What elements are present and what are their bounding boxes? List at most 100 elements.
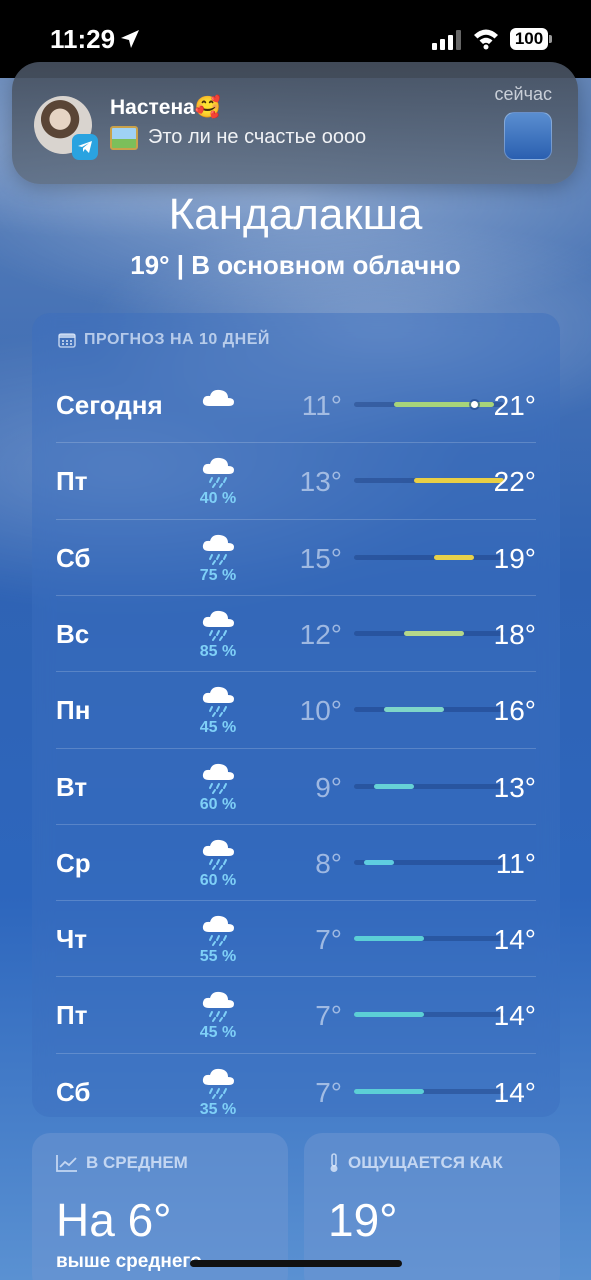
picture-emoji-icon (110, 126, 138, 150)
row-divider (56, 747, 536, 749)
cloud-rain-icon (202, 534, 234, 565)
low-temp: 13° (299, 466, 342, 498)
temp-range-track (354, 1012, 504, 1018)
temp-range-track (354, 1088, 504, 1094)
current-temp-dot (470, 401, 478, 408)
precip-chance: 55 % (199, 948, 237, 966)
forecast-row[interactable]: Вт 60 % 9° 13° (56, 747, 536, 824)
low-temp: 7° (315, 1000, 342, 1032)
low-temp: 7° (315, 1076, 342, 1108)
precip-chance: 40 % (199, 490, 237, 508)
forecast-row[interactable]: Сегодня 11° 21° (56, 366, 536, 442)
telegram-notification-banner[interactable]: Настена🥰 Это ли не счастье оооо сейчас (12, 62, 578, 184)
forecast-row[interactable]: Ср 60 % 8° 11° (56, 823, 536, 900)
temp-range-track (354, 630, 504, 636)
high-temp: 22° (493, 466, 536, 498)
high-temp: 21° (493, 390, 536, 421)
precip-chance: 85 % (199, 642, 237, 660)
cloud-rain-icon (202, 458, 234, 489)
high-temp: 14° (493, 1076, 536, 1108)
low-temp: 9° (315, 771, 342, 803)
temp-range-bar (364, 859, 394, 865)
current-summary: 19° | В основном облачно (130, 250, 461, 280)
forecast-day: Пт (56, 1000, 88, 1031)
forecast-row[interactable]: Сб 35 % 7° 14° (56, 1052, 536, 1129)
notification-message: Это ли не счастье оооо (148, 126, 367, 148)
calendar-icon (58, 333, 76, 348)
row-divider (56, 976, 536, 978)
precip-chance: 75 % (199, 566, 237, 584)
cloud-rain-icon (202, 992, 234, 1023)
temp-range-bar (374, 783, 414, 789)
high-temp: 14° (493, 924, 536, 956)
average-card-label: В СРЕДНЕМ (86, 1153, 188, 1172)
cloud-rain-icon (202, 687, 234, 718)
notification-time: сейчас (494, 84, 552, 104)
high-temp: 16° (493, 695, 536, 727)
ten-day-forecast-card[interactable]: ПРОГНОЗ НА 10 ДНЕЙ Сегодня 11° 21° Пт 40 % 13… (32, 313, 560, 1118)
battery-cap (549, 35, 552, 43)
location-arrow-icon (121, 30, 139, 48)
average-card-value: На 6° (56, 1194, 172, 1246)
low-temp: 11° (301, 390, 342, 421)
average-card-title: В СРЕДНЕМ (56, 1153, 188, 1173)
notification-sender: Настена🥰 (110, 96, 221, 119)
cloud-rain-icon (202, 915, 234, 947)
trend-chart-icon (56, 1155, 77, 1172)
cellular-signal-icon (432, 30, 461, 50)
high-temp: 18° (493, 618, 536, 650)
temp-range-track (354, 707, 504, 713)
row-divider (56, 518, 536, 520)
forecast-day: Ср (56, 847, 91, 878)
forecast-row[interactable]: Вс 85 % 12° 18° (56, 594, 536, 671)
clock: 11:29 (50, 24, 116, 54)
forecast-day: Сегодня (56, 390, 163, 420)
temp-range-bar (394, 402, 494, 407)
temp-range-bar (414, 478, 504, 484)
battery-indicator: 100 (510, 28, 548, 50)
temp-range-bar (434, 554, 474, 560)
low-temp: 12° (299, 618, 342, 650)
temp-range-track (354, 936, 504, 942)
temp-range-bar (354, 1012, 424, 1018)
low-temp: 7° (315, 924, 342, 956)
temp-range-track (354, 401, 504, 408)
temp-range-track (354, 859, 504, 865)
forecast-row[interactable]: Сб 75 % 15° 19° (56, 518, 536, 595)
forecast-day: Вс (56, 618, 90, 649)
forecast-row[interactable]: Пт 45 % 7° 14° (56, 976, 536, 1052)
high-temp: 11° (495, 847, 536, 879)
forecast-header-label: ПРОГНОЗ НА 10 ДНЕЙ (84, 331, 270, 348)
feels-like-card-label: ОЩУЩАЕТСЯ КАК (348, 1153, 503, 1172)
forecast-day: Пн (56, 695, 91, 726)
row-divider (56, 1052, 536, 1054)
temp-range-track (354, 783, 504, 789)
high-temp: 19° (493, 542, 536, 574)
cloud-icon (202, 389, 234, 406)
cloud-rain-icon (202, 1068, 234, 1099)
forecast-row[interactable]: Чт 55 % 7° 14° (56, 900, 536, 976)
forecast-header: ПРОГНОЗ НА 10 ДНЕЙ (58, 331, 270, 349)
feels-like-card[interactable]: ОЩУЩАЕТСЯ КАК 19° (304, 1133, 560, 1280)
forecast-day: Сб (56, 542, 91, 573)
temp-range-bar (384, 707, 444, 713)
cloud-rain-icon (202, 610, 234, 641)
forecast-day: Сб (56, 1076, 91, 1107)
temp-range-track (354, 554, 504, 560)
forecast-row[interactable]: Пт 40 % 13° 22° (56, 442, 536, 518)
precip-chance: 60 % (199, 871, 237, 889)
average-card-sub: выше среднего (56, 1251, 202, 1272)
row-divider (56, 823, 536, 825)
home-indicator[interactable] (190, 1260, 402, 1267)
cloud-rain-icon (202, 763, 234, 794)
row-divider (56, 671, 536, 673)
row-divider (56, 900, 536, 902)
telegram-icon (72, 134, 98, 160)
wifi-icon (474, 29, 498, 50)
precip-chance: 45 % (199, 719, 237, 737)
cloud-rain-icon (202, 839, 234, 870)
average-card[interactable]: В СРЕДНЕМ На 6° выше среднего (32, 1133, 288, 1280)
thermometer-icon (330, 1153, 338, 1172)
forecast-day: Вт (56, 771, 88, 802)
forecast-row[interactable]: Пн 45 % 10° 16° (56, 671, 536, 747)
